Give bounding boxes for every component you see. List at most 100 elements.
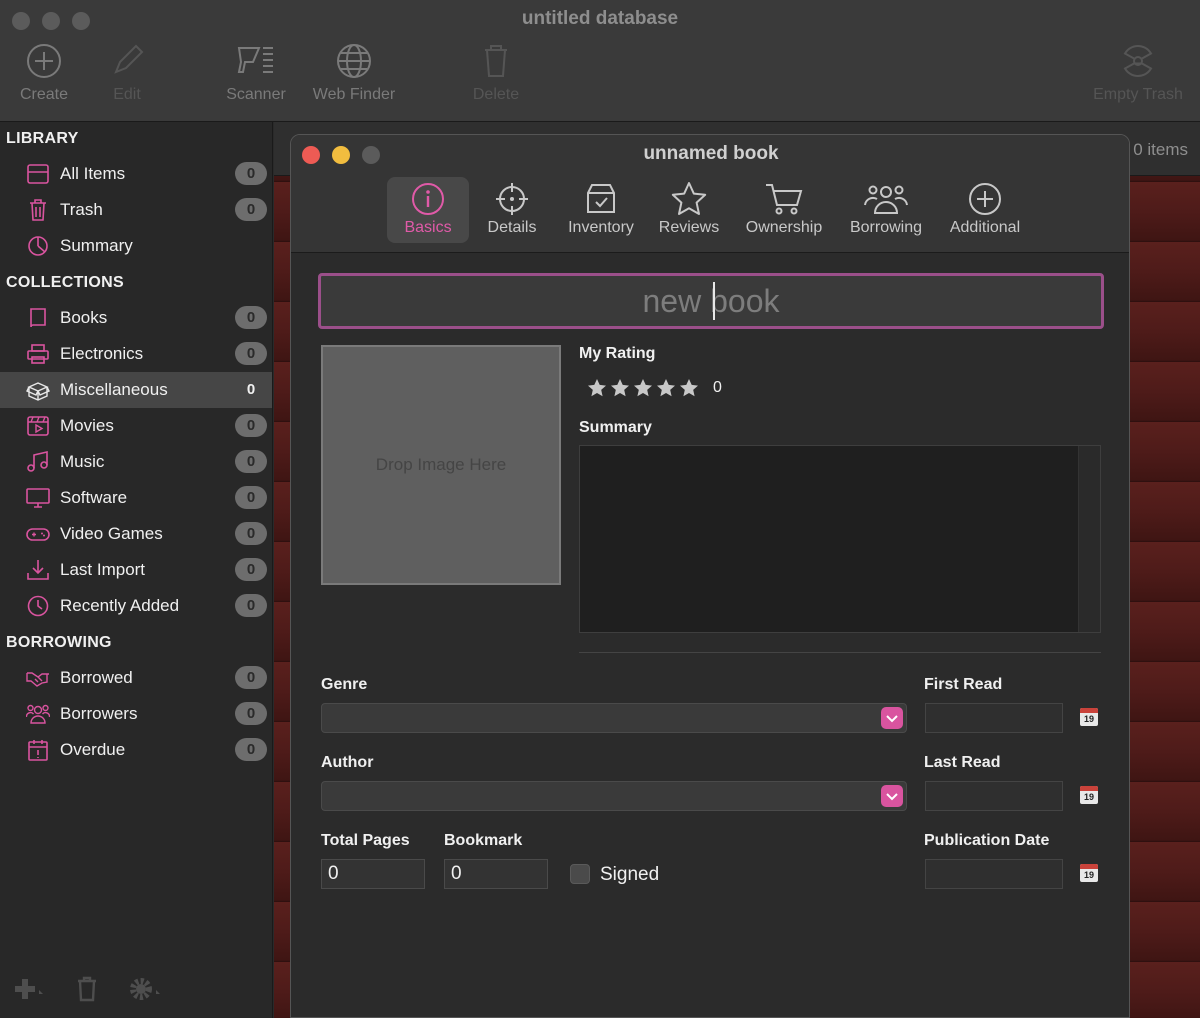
tab-label: Reviews [659, 219, 719, 236]
trash-icon [26, 199, 50, 221]
sidebar-item-books[interactable]: Books 0 [0, 300, 272, 336]
sidebar-item-label: Overdue [60, 740, 125, 760]
image-drop-hint: Drop Image Here [323, 455, 559, 475]
add-collection-icon[interactable] [12, 976, 46, 1002]
tab-basics[interactable]: Basics [387, 177, 469, 243]
sidebar-item-label: Summary [60, 236, 133, 256]
sidebar-item-borrowed[interactable]: Borrowed 0 [0, 660, 272, 696]
tab-inventory[interactable]: Inventory [561, 177, 641, 243]
item-editor-window: unnamed book Basics Details Inventory Re… [290, 134, 1130, 1018]
author-combobox[interactable] [321, 781, 907, 811]
gear-icon[interactable] [128, 976, 164, 1002]
genre-label: Genre [321, 676, 367, 694]
trash-icon[interactable] [76, 976, 98, 1002]
star-icon[interactable] [633, 378, 653, 398]
tab-label: Basics [404, 219, 451, 236]
sidebar-item-electronics[interactable]: Electronics 0 [0, 336, 272, 372]
sidebar-item-label: Miscellaneous [60, 380, 168, 400]
clock-icon [26, 595, 50, 617]
count-badge: 0 [235, 342, 267, 365]
count-badge: 0 [235, 558, 267, 581]
star-icon[interactable] [679, 378, 699, 398]
sidebar-item-movies[interactable]: Movies 0 [0, 408, 272, 444]
total-pages-field[interactable]: 0 [321, 859, 425, 889]
download-icon [26, 559, 50, 581]
delete-button[interactable]: Delete [468, 42, 524, 104]
publication-date-field[interactable] [925, 859, 1063, 889]
create-button[interactable]: Create [14, 42, 74, 104]
count-badge: 0 [235, 162, 267, 185]
calendar-icon[interactable]: 19 [1080, 708, 1098, 726]
sidebar-item-label: Software [60, 488, 127, 508]
author-dropdown-button[interactable] [881, 785, 903, 807]
bookmark-field[interactable]: 0 [444, 859, 548, 889]
text-caret [713, 282, 715, 320]
count-badge: 0 [235, 414, 267, 437]
rating-stars[interactable]: 0 [587, 378, 702, 402]
calendar-icon[interactable]: 19 [1080, 864, 1098, 882]
signed-checkbox[interactable] [570, 864, 590, 884]
star-icon[interactable] [656, 378, 676, 398]
tab-details[interactable]: Details [479, 177, 545, 243]
empty-trash-button[interactable]: Empty Trash [1088, 42, 1188, 104]
radiation-icon [1119, 42, 1157, 80]
count-badge: 0 [235, 378, 267, 401]
first-read-field[interactable] [925, 703, 1063, 733]
tab-borrowing[interactable]: Borrowing [843, 177, 929, 243]
tab-label: Ownership [746, 219, 822, 236]
calendar-icon[interactable]: 19 [1080, 786, 1098, 804]
last-read-field[interactable] [925, 781, 1063, 811]
item-title-field[interactable]: new book [318, 273, 1104, 329]
edit-button[interactable]: Edit [100, 42, 154, 104]
sidebar-item-music[interactable]: Music 0 [0, 444, 272, 480]
barcode-scanner-icon [235, 42, 277, 80]
bookmark-label: Bookmark [444, 832, 522, 850]
delete-label: Delete [473, 86, 519, 103]
people-icon [26, 703, 50, 725]
items-count: 0 items [1133, 140, 1188, 160]
tab-label: Inventory [568, 219, 634, 236]
star-icon[interactable] [610, 378, 630, 398]
pencil-icon [108, 42, 146, 80]
count-badge: 0 [235, 486, 267, 509]
star-icon [671, 181, 707, 217]
sidebar-item-video-games[interactable]: Video Games 0 [0, 516, 272, 552]
editor-toolbar: unnamed book Basics Details Inventory Re… [291, 135, 1130, 253]
sidebar-item-label: Recently Added [60, 596, 179, 616]
sidebar-item-label: Last Import [60, 560, 145, 580]
monitor-icon [26, 487, 50, 509]
sidebar-item-borrowers[interactable]: Borrowers 0 [0, 696, 272, 732]
sidebar-item-software[interactable]: Software 0 [0, 480, 272, 516]
sidebar-item-summary[interactable]: Summary [0, 228, 272, 264]
summary-scrollbar[interactable] [1078, 446, 1100, 632]
tab-additional[interactable]: Additional [943, 177, 1027, 243]
genre-combobox[interactable] [321, 703, 907, 733]
music-note-icon [26, 451, 50, 473]
sidebar-item-last-import[interactable]: Last Import 0 [0, 552, 272, 588]
web-finder-label: Web Finder [313, 86, 395, 103]
sidebar-item-all-items[interactable]: All Items 0 [0, 156, 272, 192]
window-title: untitled database [0, 8, 1200, 30]
genre-dropdown-button[interactable] [881, 707, 903, 729]
sidebar-item-label: Electronics [60, 344, 143, 364]
sidebar-item-trash[interactable]: Trash 0 [0, 192, 272, 228]
summary-textarea[interactable] [579, 445, 1101, 633]
scanner-button[interactable]: Scanner [222, 42, 290, 104]
star-icon[interactable] [587, 378, 607, 398]
tab-ownership[interactable]: Ownership [739, 177, 829, 243]
sidebar-item-label: All Items [60, 164, 125, 184]
image-drop-well[interactable]: Drop Image Here [321, 345, 561, 585]
sidebar-footer [0, 960, 272, 1018]
count-badge: 0 [235, 522, 267, 545]
film-icon [26, 415, 50, 437]
item-title-text: new book [643, 283, 780, 319]
tab-reviews[interactable]: Reviews [655, 177, 723, 243]
calendar-day: 19 [1080, 713, 1098, 725]
info-circle-icon [410, 181, 446, 217]
sidebar-item-recently-added[interactable]: Recently Added 0 [0, 588, 272, 624]
sidebar-item-miscellaneous[interactable]: Miscellaneous 0 [0, 372, 272, 408]
web-finder-button[interactable]: Web Finder [308, 42, 400, 104]
box-check-icon [583, 181, 619, 217]
printer-icon [26, 343, 50, 365]
sidebar-item-overdue[interactable]: Overdue 0 [0, 732, 272, 768]
